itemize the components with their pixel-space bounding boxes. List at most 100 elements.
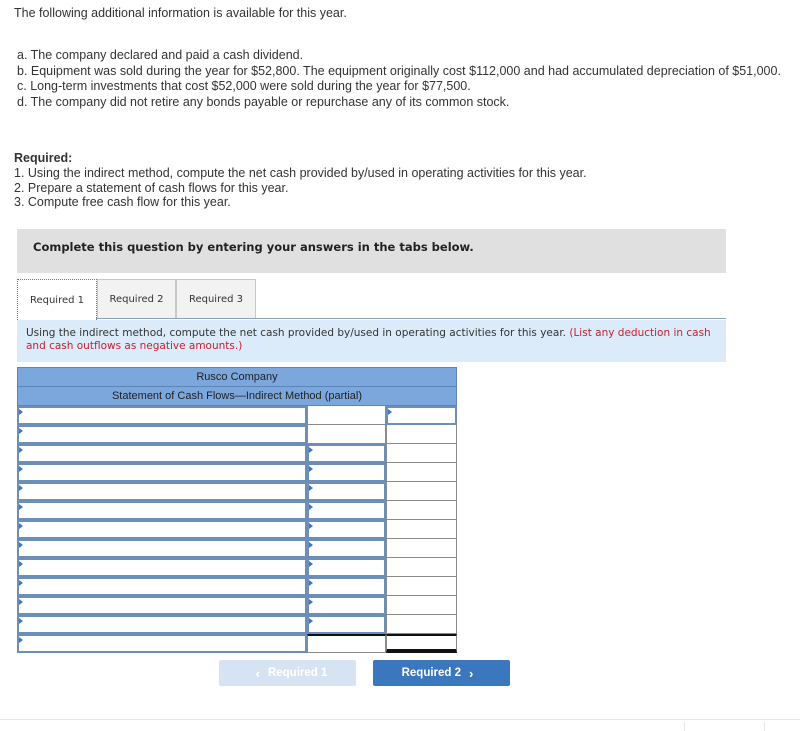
total-cell	[386, 596, 457, 615]
amount-input[interactable]	[307, 539, 386, 558]
amount-input[interactable]	[307, 463, 386, 482]
line-item-input[interactable]	[17, 444, 307, 463]
line-item-input[interactable]	[17, 406, 307, 425]
next-required-button[interactable]: Required 2 ›	[373, 660, 510, 686]
table-body	[17, 406, 457, 653]
instruction-text: Using the indirect method, compute the n…	[26, 327, 567, 339]
dropdown-indicator-icon	[19, 618, 23, 624]
info-item-c: c. Long-term investments that cost $52,0…	[17, 79, 471, 93]
tab-required-2[interactable]: Required 2	[97, 279, 176, 319]
footer-separator	[684, 722, 685, 731]
banner-text: Complete this question by entering your …	[33, 240, 474, 254]
total-cell	[386, 634, 457, 653]
input-indicator-icon	[309, 447, 313, 453]
amount-input[interactable]	[307, 615, 386, 634]
amount-input[interactable]	[307, 482, 386, 501]
next-button-label: Required 2	[401, 667, 462, 679]
line-item-input[interactable]	[17, 558, 307, 577]
table-row	[17, 520, 457, 539]
tab-divider	[96, 318, 726, 319]
total-cell	[386, 463, 457, 482]
prev-required-button[interactable]: ‹ Required 1	[219, 660, 356, 686]
instruction-paragraph: Using the indirect method, compute the n…	[26, 327, 721, 353]
amount-input[interactable]	[307, 577, 386, 596]
required-item-1: 1. Using the indirect method, compute th…	[14, 166, 587, 180]
dropdown-indicator-icon	[19, 561, 23, 567]
dropdown-indicator-icon	[19, 637, 23, 643]
total-input[interactable]	[386, 406, 457, 425]
table-row	[17, 425, 457, 444]
line-item-input[interactable]	[17, 482, 307, 501]
input-indicator-icon	[309, 485, 313, 491]
table-row	[17, 615, 457, 634]
tab-required-3[interactable]: Required 3	[176, 279, 256, 319]
dropdown-indicator-icon	[19, 599, 23, 605]
table-row	[17, 539, 457, 558]
required-item-3: 3. Compute free cash flow for this year.	[14, 195, 231, 209]
table-row	[17, 577, 457, 596]
dropdown-indicator-icon	[19, 504, 23, 510]
total-cell	[386, 444, 457, 463]
table-row	[17, 596, 457, 615]
chevron-right-icon: ›	[469, 665, 474, 681]
required-item-2: 2. Prepare a statement of cash flows for…	[14, 180, 289, 195]
footer-divider	[0, 719, 800, 720]
instruction-banner: Complete this question by entering your …	[17, 229, 726, 273]
line-item-input[interactable]	[17, 596, 307, 615]
amount-input[interactable]	[307, 596, 386, 615]
amount-cell	[307, 634, 386, 653]
table-company-header: Rusco Company	[17, 367, 457, 387]
line-item-input[interactable]	[17, 634, 307, 653]
dropdown-indicator-icon	[19, 466, 23, 472]
input-indicator-icon	[309, 599, 313, 605]
total-cell	[386, 520, 457, 539]
tab-required-1[interactable]: Required 1	[17, 279, 97, 320]
input-indicator-icon	[309, 504, 313, 510]
prev-button-label: Required 1	[267, 667, 328, 679]
total-cell	[386, 501, 457, 520]
instruction-box: Using the indirect method, compute the n…	[17, 320, 726, 362]
table-row	[17, 634, 457, 653]
line-item-input[interactable]	[17, 615, 307, 634]
footer-separator	[764, 722, 765, 731]
table-row	[17, 444, 457, 463]
input-indicator-icon	[309, 561, 313, 567]
info-item-b: b. Equipment was sold during the year fo…	[17, 63, 781, 78]
table-title-header: Statement of Cash Flows—Indirect Method …	[17, 387, 457, 406]
amount-input[interactable]	[307, 444, 386, 463]
table-row	[17, 482, 457, 501]
line-item-input[interactable]	[17, 425, 307, 444]
dropdown-indicator-icon	[19, 485, 23, 491]
dropdown-indicator-icon	[19, 409, 23, 415]
table-row	[17, 501, 457, 520]
input-indicator-icon	[309, 523, 313, 529]
table-row	[17, 406, 457, 425]
intro-text: The following additional information is …	[14, 6, 347, 20]
input-indicator-icon	[309, 580, 313, 586]
total-cell	[386, 482, 457, 501]
table-row	[17, 558, 457, 577]
line-item-input[interactable]	[17, 463, 307, 482]
amount-input[interactable]	[307, 520, 386, 539]
input-indicator-icon	[309, 542, 313, 548]
dropdown-indicator-icon	[19, 428, 23, 434]
amount-input[interactable]	[307, 501, 386, 520]
total-cell	[386, 425, 457, 444]
line-item-input[interactable]	[17, 501, 307, 520]
info-item-d: d. The company did not retire any bonds …	[17, 94, 510, 109]
cash-flow-table: Rusco Company Statement of Cash Flows—In…	[17, 367, 457, 653]
total-cell	[386, 577, 457, 596]
line-item-input[interactable]	[17, 520, 307, 539]
amount-input[interactable]	[307, 558, 386, 577]
total-cell	[386, 558, 457, 577]
total-cell	[386, 539, 457, 558]
total-cell	[386, 615, 457, 634]
line-item-input[interactable]	[17, 539, 307, 558]
amount-cell	[307, 425, 386, 444]
dropdown-indicator-icon	[19, 580, 23, 586]
table-row	[17, 463, 457, 482]
dropdown-indicator-icon	[19, 447, 23, 453]
dropdown-indicator-icon	[19, 523, 23, 529]
dropdown-indicator-icon	[19, 542, 23, 548]
line-item-input[interactable]	[17, 577, 307, 596]
